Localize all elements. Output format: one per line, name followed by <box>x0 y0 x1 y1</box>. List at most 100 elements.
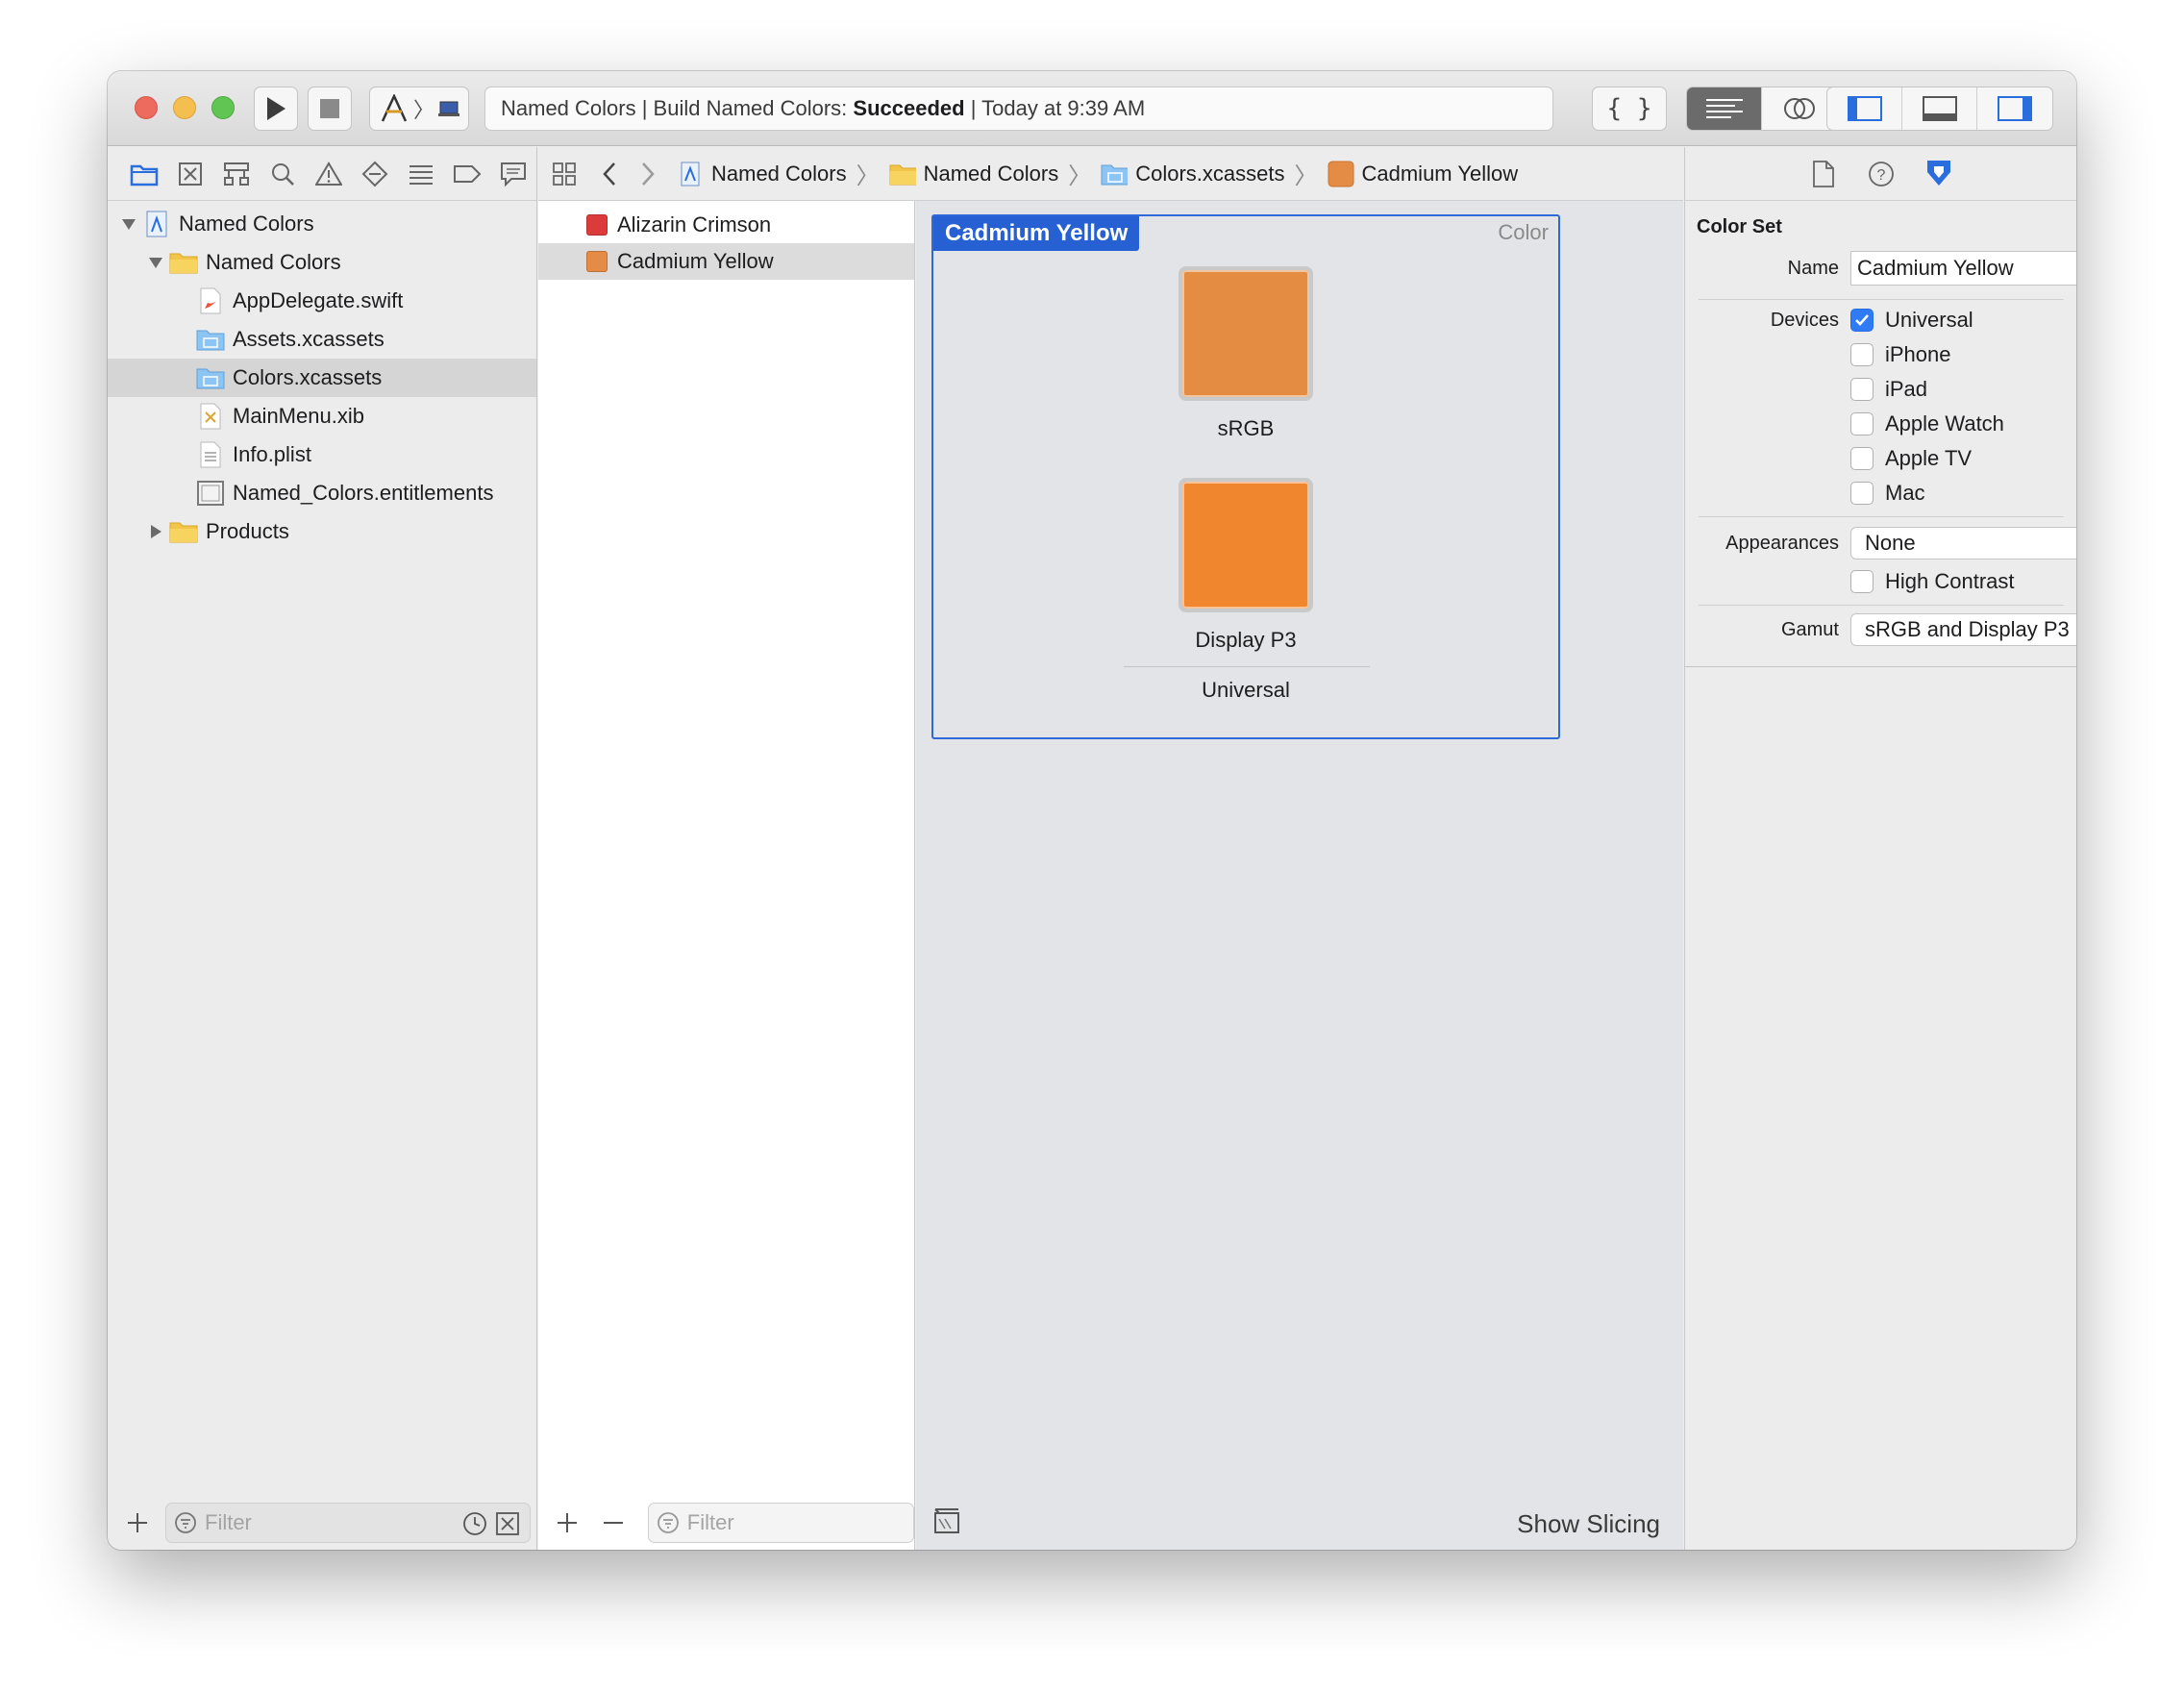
project-navigator-tab[interactable] <box>121 155 167 193</box>
tree-item-appdelegate[interactable]: AppDelegate.swift <box>108 282 536 320</box>
toggle-inspector-button[interactable] <box>1977 87 2052 130</box>
tree-item-assets[interactable]: Assets.xcassets <box>108 320 536 359</box>
attributes-icon <box>1927 160 1950 186</box>
asset-list: Alizarin Crimson Cadmium Yellow Filter <box>538 147 915 1550</box>
code-review-button[interactable]: { } <box>1592 87 1667 131</box>
braces-icon: { } <box>1606 94 1652 123</box>
breakpoint-icon <box>454 164 482 183</box>
breadcrumb-project[interactable]: Named Colors 〉 <box>677 157 889 190</box>
disclosure-open-icon[interactable] <box>115 217 142 231</box>
quick-help-tab[interactable]: ? <box>1864 155 1899 193</box>
test-navigator-tab[interactable] <box>352 155 398 193</box>
breadcrumb-color-set[interactable]: Cadmium Yellow <box>1328 161 1519 187</box>
devices-row-apple-tv: Apple TV <box>1685 441 1972 476</box>
name-field[interactable]: Cadmium Yellow <box>1850 251 2076 286</box>
checkbox-box <box>1850 447 1874 470</box>
minimize-window-button[interactable] <box>173 96 196 119</box>
recent-files-icon[interactable] <box>462 1511 487 1542</box>
asset-filter-bar: Filter <box>538 1497 914 1549</box>
document-icon <box>1813 160 1834 187</box>
source-control-navigator-tab[interactable] <box>167 155 213 193</box>
scheme-selector[interactable]: 〉 <box>369 87 469 131</box>
breadcrumb-label: Colors.xcassets <box>1135 161 1285 186</box>
source-control-filter-icon[interactable] <box>495 1511 520 1542</box>
tree-item-entitlements[interactable]: Named_Colors.entitlements <box>108 474 536 512</box>
remove-asset-button[interactable] <box>596 1512 631 1533</box>
color-swatch-icon <box>1328 161 1354 187</box>
color-set-panel[interactable]: Cadmium Yellow Color sRGB Display P3 Uni… <box>931 214 1560 739</box>
canvas-bottom-bar: Show Slicing <box>916 1498 1683 1550</box>
standard-editor-button[interactable] <box>1687 87 1762 130</box>
breadcrumb-label: Cadmium Yellow <box>1361 161 1519 186</box>
panel-toggle-control <box>1826 87 2053 131</box>
tree-item-project[interactable]: Named Colors <box>108 205 536 243</box>
toggle-debug-area-button[interactable] <box>1902 87 1977 130</box>
toggle-navigator-button[interactable] <box>1827 87 1902 130</box>
tree-item-products[interactable]: Products <box>108 512 536 551</box>
attributes-inspector-tab[interactable] <box>1922 155 1956 193</box>
breadcrumb-group[interactable]: Named Colors 〉 <box>889 157 1102 190</box>
back-button[interactable] <box>590 162 629 187</box>
devices-row-apple-watch: Apple Watch <box>1685 407 2004 441</box>
navigator-filter-field[interactable]: Filter <box>165 1503 531 1543</box>
add-file-button[interactable] <box>123 1512 152 1533</box>
forward-button[interactable] <box>629 162 667 187</box>
gamut-popup[interactable]: sRGB and Display P3 <box>1850 613 2076 646</box>
tree-item-infoplist[interactable]: Info.plist <box>108 435 536 474</box>
apple-tv-checkbox[interactable]: Apple TV <box>1850 446 1972 471</box>
file-inspector-tab[interactable] <box>1806 155 1841 193</box>
tree-item-label: Assets.xcassets <box>233 327 385 351</box>
universal-label: Universal <box>1202 678 1290 702</box>
activity-suffix: | Today at 9:39 AM <box>970 96 1146 120</box>
appearances-label: Appearances <box>1725 532 1839 554</box>
minus-icon <box>603 1522 623 1524</box>
checkbox-label: iPad <box>1885 377 1928 401</box>
iphone-checkbox[interactable]: iPhone <box>1850 342 1951 367</box>
breadcrumb-separator-icon: 〉 <box>1294 163 1318 189</box>
run-button[interactable] <box>254 87 298 131</box>
svg-text:?: ? <box>1877 167 1886 184</box>
asset-filter-field[interactable]: Filter <box>647 1503 914 1543</box>
devices-row-ipad: iPad <box>1685 372 1927 407</box>
report-navigator-tab[interactable] <box>490 155 536 193</box>
checkbox-box <box>1850 412 1874 435</box>
checkbox-box <box>1850 343 1874 366</box>
show-slicing-button[interactable]: Show Slicing <box>1517 1509 1660 1539</box>
folder-icon <box>169 519 198 544</box>
color-set-kind: Color <box>1498 220 1549 244</box>
divider <box>1699 516 2064 517</box>
group-divider <box>1124 666 1370 667</box>
asset-canvas: Cadmium Yellow Color sRGB Display P3 Uni… <box>916 201 1683 1550</box>
asset-item-cadmium-yellow[interactable]: Cadmium Yellow <box>538 243 914 280</box>
high-contrast-checkbox[interactable]: High Contrast <box>1850 569 2015 594</box>
tree-item-colors-selected[interactable]: Colors.xcassets <box>108 359 536 397</box>
find-navigator-tab[interactable] <box>260 155 306 193</box>
apple-watch-checkbox[interactable]: Apple Watch <box>1850 411 2004 436</box>
mac-checkbox[interactable]: Mac <box>1850 481 1925 506</box>
checkbox-label: High Contrast <box>1885 569 2015 593</box>
appearances-popup[interactable]: None <box>1850 527 2076 560</box>
debug-navigator-tab[interactable] <box>398 155 444 193</box>
tree-item-group-named-colors[interactable]: Named Colors <box>108 243 536 282</box>
universal-checkbox[interactable]: Universal <box>1850 308 1973 333</box>
srgb-color-well[interactable] <box>1179 266 1313 401</box>
breakpoint-navigator-tab[interactable] <box>444 155 490 193</box>
stop-button[interactable] <box>308 87 352 131</box>
disclosure-closed-icon[interactable] <box>142 524 169 539</box>
symbol-navigator-tab[interactable] <box>213 155 260 193</box>
breadcrumb-catalog[interactable]: Colors.xcassets 〉 <box>1101 157 1327 190</box>
toggle-outline-button[interactable] <box>931 1505 962 1543</box>
checkbox-label: Mac <box>1885 481 1925 505</box>
asset-item-alizarin-crimson[interactable]: Alizarin Crimson <box>538 207 914 243</box>
tree-item-label: MainMenu.xib <box>233 404 364 428</box>
display-p3-color-well[interactable] <box>1179 478 1313 612</box>
issue-navigator-tab[interactable] <box>306 155 352 193</box>
related-items-button[interactable] <box>538 162 590 187</box>
disclosure-open-icon[interactable] <box>142 256 169 269</box>
add-asset-button[interactable] <box>550 1512 584 1533</box>
tree-item-label: Products <box>206 519 289 543</box>
zoom-window-button[interactable] <box>211 96 235 119</box>
tree-item-mainmenu[interactable]: MainMenu.xib <box>108 397 536 435</box>
close-window-button[interactable] <box>135 96 158 119</box>
ipad-checkbox[interactable]: iPad <box>1850 377 1927 402</box>
